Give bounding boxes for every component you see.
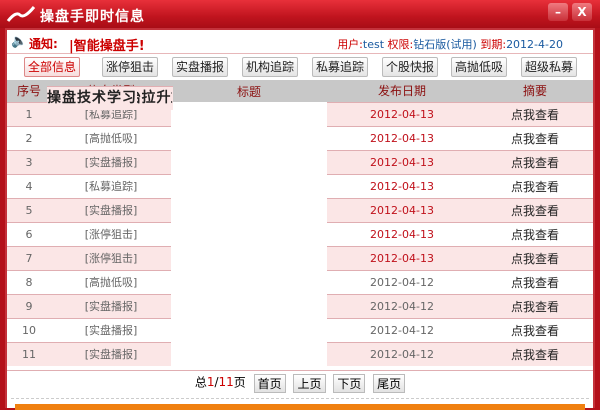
row-number: 8 [7, 269, 51, 294]
row-date: 2012-04-13 [327, 197, 477, 222]
user-label: 用户: [337, 38, 363, 51]
row-summary-link[interactable]: 点我查看 [477, 125, 593, 150]
row-type: [实盘播报] [51, 293, 171, 318]
row-number: 11 [7, 341, 51, 366]
row-type: [实盘播报] [51, 317, 171, 342]
tab-stock-news[interactable]: 个股快报 [382, 57, 439, 77]
footer-bar [15, 404, 585, 410]
row-date: 2012-04-12 [327, 269, 477, 294]
row-date: 2012-04-13 [327, 125, 477, 150]
row-number: 1 [7, 101, 51, 126]
tab-institution[interactable]: 机构追踪 [242, 57, 299, 77]
total-pages: 11 [218, 375, 234, 389]
row-type: [高抛低吸] [51, 125, 171, 150]
divider [11, 398, 589, 399]
tab-private[interactable]: 私募追踪 [312, 57, 369, 77]
row-summary-link[interactable]: 点我查看 [477, 197, 593, 222]
notice-label: 通知: [29, 37, 58, 51]
pager-prefix: 总 [194, 375, 207, 390]
row-date: 2012-04-13 [327, 149, 477, 174]
expire-value: 2012-4-20 [506, 38, 563, 51]
row-summary-link[interactable]: 点我查看 [477, 293, 593, 318]
row-date: 2012-04-12 [327, 341, 477, 366]
main-panel: 🔈 通知: |智能操盘手! 用户:test 权限:钻石版(试用) 到期:2012… [5, 28, 595, 410]
col-no: 序号 [7, 80, 51, 102]
tab-all[interactable]: 全部信息 [24, 57, 81, 77]
row-number: 5 [7, 197, 51, 222]
col-summary: 摘要 [477, 80, 593, 102]
tab-limit-up[interactable]: 涨停狙击 [102, 57, 159, 77]
user-info: 用户:test 权限:钻石版(试用) 到期:2012-4-20 [337, 36, 563, 52]
row-number: 9 [7, 293, 51, 318]
row-number: 10 [7, 317, 51, 342]
row-number: 4 [7, 173, 51, 198]
table-row[interactable]: 2[高抛低吸]精确的建仓2012-04-13点我查看 [7, 86, 593, 150]
table-row[interactable]: 7[涨停狙击]000061农产品2012-04-13点我查看 [7, 86, 593, 270]
perm-label: 权限: [387, 38, 414, 51]
notice-text: |智能操盘手! [69, 39, 145, 54]
table-row[interactable]: 10[实盘播报]高抛指数992012-04-12点我查看 [7, 86, 593, 342]
row-date: 2012-04-13 [327, 221, 477, 246]
pagination: 总1/11页 首页 上页 下页 尾页 [7, 370, 593, 394]
row-type: [实盘播报] [51, 149, 171, 174]
row-summary-link[interactable]: 点我查看 [477, 149, 593, 174]
row-type: [涨停狙击] [51, 245, 171, 270]
row-type: [实盘播报] [51, 341, 171, 366]
table-row[interactable]: 5[实盘播报]昨天回顾2012-04-13点我查看 [7, 86, 593, 222]
row-date: 2012-04-12 [327, 293, 477, 318]
prev-page-button[interactable]: 上页 [293, 374, 326, 393]
last-page-button[interactable]: 尾页 [373, 374, 406, 393]
row-summary-link[interactable]: 点我查看 [477, 221, 593, 246]
app-logo-icon [6, 6, 36, 22]
minimize-button[interactable]: – [548, 3, 568, 21]
table-row[interactable]: 6[涨停狙击]600651飞乐音响2012-04-13点我查看 [7, 86, 593, 246]
row-date: 2012-04-13 [327, 101, 477, 126]
close-button[interactable]: X [572, 3, 592, 21]
speaker-icon: 🔈 [11, 34, 28, 49]
row-number: 7 [7, 245, 51, 270]
row-number: 6 [7, 221, 51, 246]
row-date: 2012-04-13 [327, 173, 477, 198]
user-name: test [362, 38, 385, 51]
window-title: 操盘手即时信息 [40, 9, 145, 25]
perm-value: 钻石版(试用) [413, 38, 477, 51]
row-date: 2012-04-13 [327, 245, 477, 270]
tab-super-private[interactable]: 超级私募 [521, 57, 578, 77]
row-summary-link[interactable]: 点我查看 [477, 317, 593, 342]
table-row[interactable]: 4[私募追踪]002166莱茵生物2012-04-13点我查看 [7, 86, 593, 198]
row-summary-link[interactable]: 点我查看 [477, 245, 593, 270]
first-page-button[interactable]: 首页 [253, 374, 286, 393]
row-number: 3 [7, 149, 51, 174]
table-row[interactable]: 9[实盘播报]300081开始拉升2012-04-12点我查看 [7, 86, 593, 318]
expire-label: 到期: [480, 38, 507, 51]
title-bar: 操盘手即时信息 – X [0, 0, 600, 28]
notice-bar: 🔈 通知: |智能操盘手! 用户:test 权限:钻石版(试用) 到期:2012… [7, 30, 593, 54]
row-type: [实盘播报] [51, 197, 171, 222]
table-row[interactable]: 11 [实盘播报] 操盘技术学习 2012-04-12 点我查看 [7, 86, 593, 366]
row-summary-link[interactable]: 点我查看 [477, 101, 593, 126]
next-page-button[interactable]: 下页 [333, 374, 366, 393]
row-type: [高抛低吸] [51, 269, 171, 294]
tab-live[interactable]: 实盘播报 [172, 57, 229, 77]
table-row[interactable]: 3[实盘播报]10点大盘分时高位2012-04-13点我查看 [7, 86, 593, 174]
row-title[interactable]: 操盘技术学习 [47, 86, 137, 110]
row-type: [私募追踪] [51, 173, 171, 198]
row-summary-link[interactable]: 点我查看 [477, 341, 593, 366]
category-tabs: 全部信息 涨停狙击 实盘播报 机构追踪 私募追踪 个股快报 高抛低吸 超级私募 [7, 56, 593, 80]
pager-suffix: 页 [233, 375, 246, 390]
table-row[interactable]: 8[高抛低吸]0412盘后总结2012-04-12点我查看 [7, 86, 593, 294]
row-summary-link[interactable]: 点我查看 [477, 173, 593, 198]
col-title: 标题 [171, 80, 327, 102]
row-type: [涨停狙击] [51, 221, 171, 246]
info-table: 序号 信息类型 标题 发布日期 摘要 1[私募追踪]000760博盈投资2012… [7, 80, 593, 366]
row-number: 2 [7, 125, 51, 150]
row-date: 2012-04-12 [327, 317, 477, 342]
row-summary-link[interactable]: 点我查看 [477, 269, 593, 294]
tab-high-low[interactable]: 高抛低吸 [451, 57, 508, 77]
col-date: 发布日期 [327, 80, 477, 102]
